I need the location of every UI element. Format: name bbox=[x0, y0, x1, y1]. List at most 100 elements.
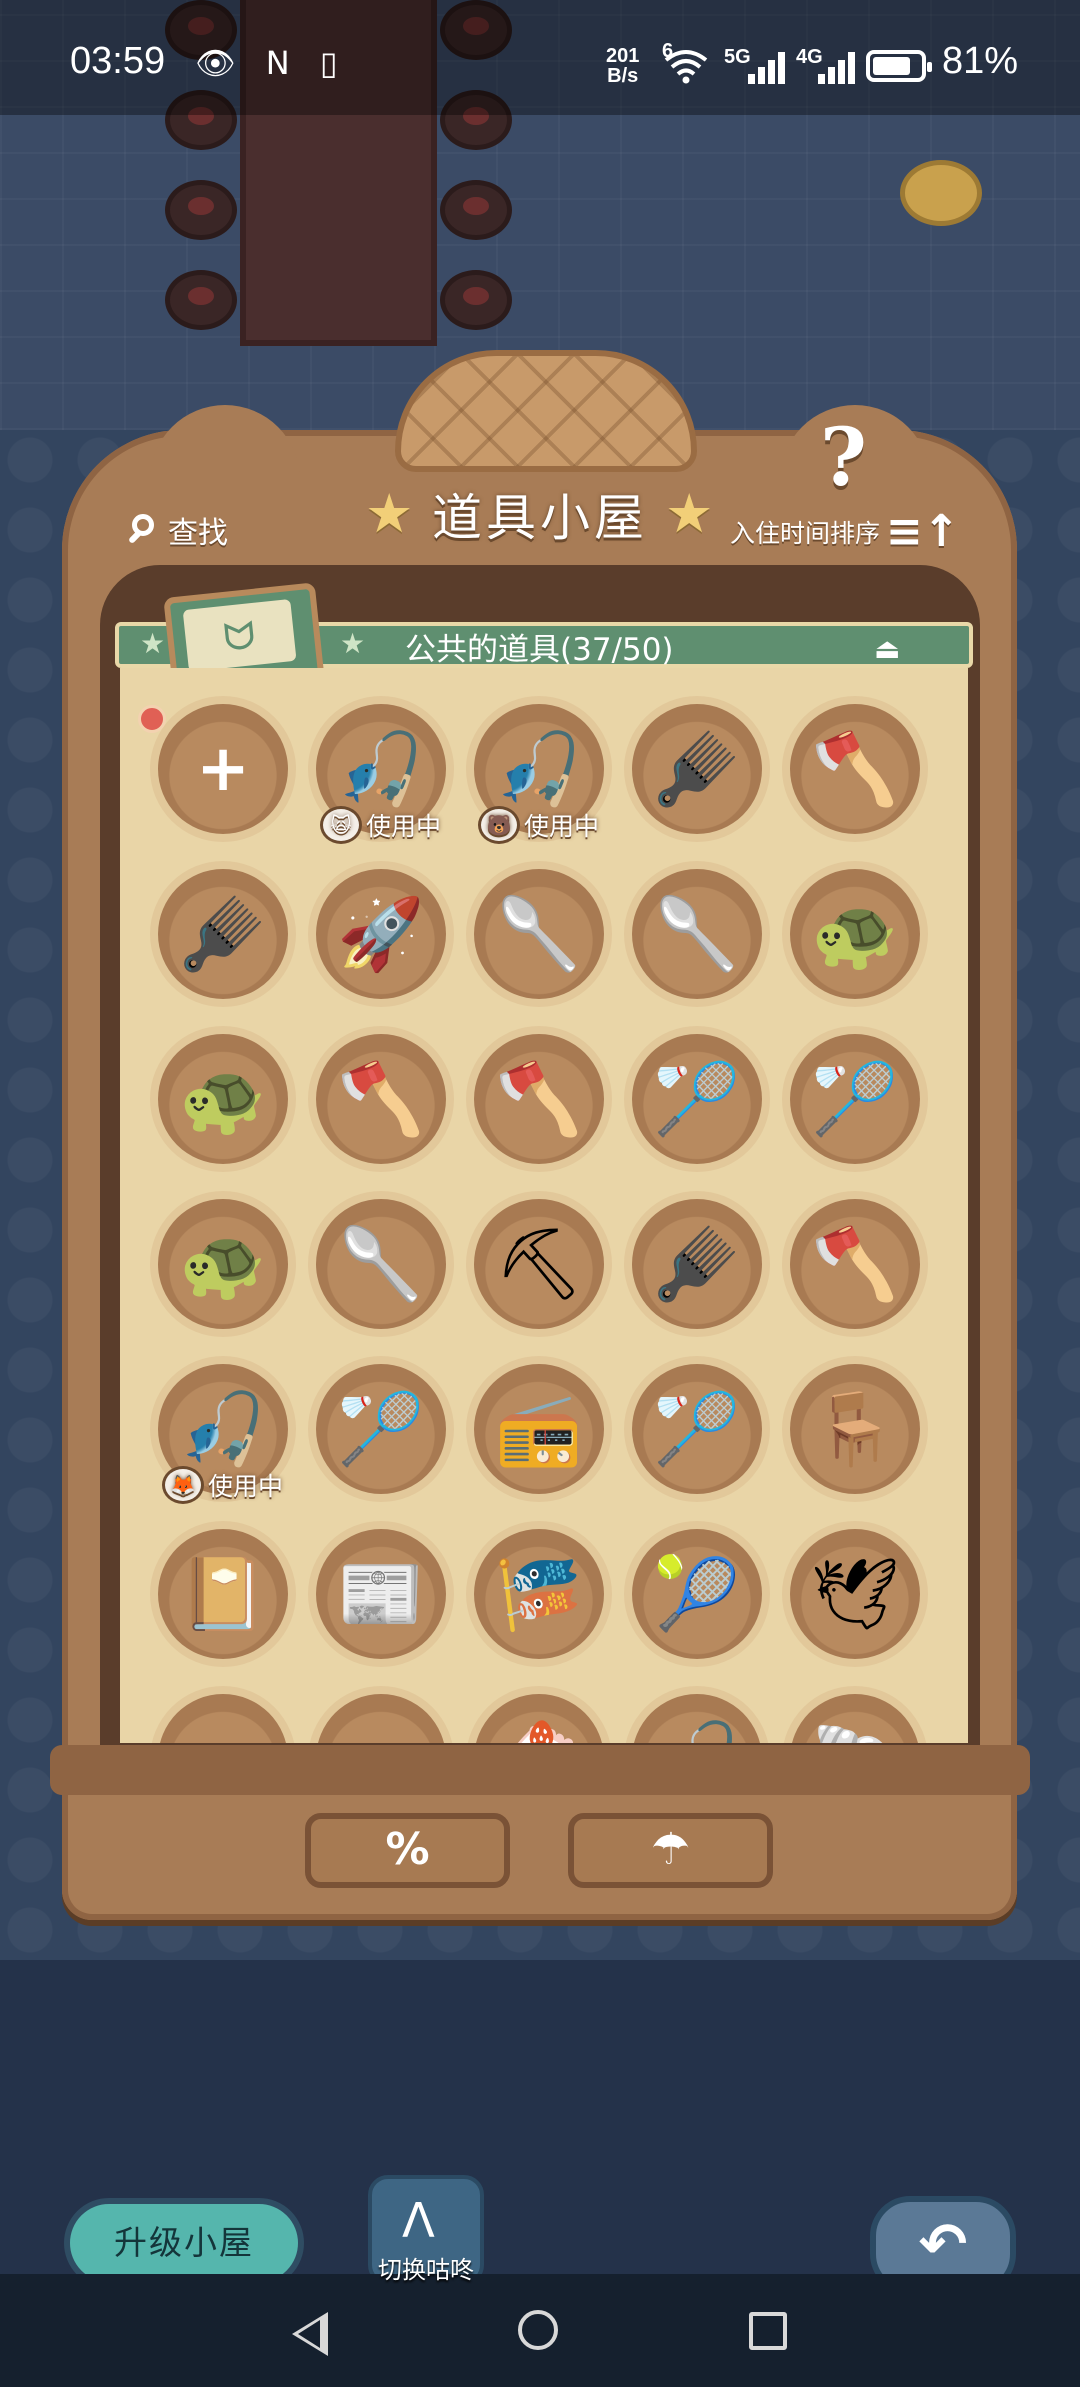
user-avatar-icon: 🦊 bbox=[162, 1466, 204, 1504]
item-row: 🎣 🦊 使用中 🏸 📻 🏸 🪑 bbox=[120, 1364, 968, 1529]
bug-net-icon: 🏸 bbox=[811, 1058, 899, 1140]
item-slot[interactable]: 📰 bbox=[316, 1529, 446, 1659]
in-use-badge: 🐻 使用中 bbox=[478, 806, 599, 844]
shovel-icon: 🥄 bbox=[653, 893, 741, 975]
item-slot[interactable]: 🪓 bbox=[316, 1034, 446, 1164]
item-slot[interactable]: 🪓 bbox=[474, 1034, 604, 1164]
search-icon bbox=[128, 512, 164, 548]
sort-label: 入住时间排序 bbox=[730, 519, 881, 548]
item-slot[interactable]: 🐚 bbox=[790, 1694, 920, 1743]
item-row: 🐢 🥄 ⛏ 🪮 🪓 bbox=[120, 1199, 968, 1364]
background-stool bbox=[165, 180, 237, 240]
pickaxe-icon: ⛏ bbox=[494, 1223, 584, 1305]
star-icon: ★ bbox=[340, 627, 366, 660]
item-slot[interactable]: 🎏 bbox=[474, 1529, 604, 1659]
item-slot[interactable]: 🎣 bbox=[632, 1694, 762, 1743]
item-slot[interactable]: 🪮 bbox=[158, 869, 288, 999]
shovel-icon: 🥄 bbox=[337, 1223, 425, 1305]
item-slot[interactable]: ☁ bbox=[316, 1694, 446, 1743]
turtle-timer-icon: 🐢 bbox=[811, 893, 899, 975]
item-row: 🐢 🪓 🪓 🏸 🏸 bbox=[120, 1034, 968, 1199]
user-avatar-icon: 🐻 bbox=[478, 806, 520, 844]
item-slot[interactable]: 📔 bbox=[158, 1529, 288, 1659]
item-row: 🪮 🚀 🥄 🥄 🐢 bbox=[120, 869, 968, 1034]
item-slot[interactable]: 🪓 bbox=[790, 704, 920, 834]
notification-dot bbox=[138, 705, 166, 733]
umbrella-icon: ☂ bbox=[650, 1824, 691, 1875]
switch-character-label: 切换咕咚 bbox=[378, 2256, 474, 2284]
toy-chair-icon: 🪑 bbox=[811, 1388, 899, 1470]
item-row: + 🎣 🙀 使用中 🎣 🐻 使用中 🪮 🪓 bbox=[120, 704, 968, 869]
battery-fill bbox=[873, 57, 910, 75]
item-slot[interactable]: 🎾 bbox=[632, 1529, 762, 1659]
in-use-badge: 🙀 使用中 bbox=[320, 806, 441, 844]
panel-base bbox=[50, 1745, 1030, 1795]
item-slot[interactable]: 🚀 bbox=[316, 869, 446, 999]
collapse-toggle-icon[interactable]: ⏏ bbox=[874, 632, 900, 665]
rabbit-icon: ᐱ bbox=[402, 2193, 435, 2249]
item-slot[interactable]: 📻 bbox=[474, 1364, 604, 1494]
item-slot[interactable]: 🕊 bbox=[790, 1529, 920, 1659]
item-slot[interactable]: 🪮 bbox=[632, 1199, 762, 1329]
item-slot[interactable]: 🐢 bbox=[158, 1199, 288, 1329]
magazine-icon: 📰 bbox=[337, 1553, 425, 1635]
star-icon: ★ bbox=[665, 482, 714, 545]
discount-button[interactable]: % bbox=[305, 1813, 510, 1888]
item-slot[interactable]: 🐢 bbox=[790, 869, 920, 999]
sim1-signal-icon bbox=[742, 50, 788, 84]
section-title: 公共的道具(37/50) bbox=[405, 632, 674, 668]
turtle-timer-icon: 🐢 bbox=[179, 1058, 267, 1140]
bug-net-icon: 🏸 bbox=[653, 1388, 741, 1470]
axe-icon: 🪓 bbox=[337, 1058, 425, 1140]
item-row: 📔 📰 🎏 🎾 🕊 bbox=[120, 1529, 968, 1694]
umbrella-button[interactable]: ☂ bbox=[568, 1813, 773, 1888]
cake-icon: 🍰 bbox=[495, 1724, 582, 1743]
sort-button[interactable]: 入住时间排序 ≡↑ bbox=[730, 510, 960, 554]
streamer-flags-icon: 🎏 bbox=[495, 1553, 583, 1635]
bug-net-icon: 🏸 bbox=[653, 1058, 741, 1140]
item-slot[interactable]: 🏸 bbox=[316, 1364, 446, 1494]
coin-decoration bbox=[900, 160, 982, 226]
item-slot[interactable]: 🪮 bbox=[632, 704, 762, 834]
rake-icon: 🪮 bbox=[653, 1223, 741, 1305]
network-speed: 201 B/s bbox=[606, 45, 640, 87]
item-slot[interactable]: 🐢 bbox=[158, 1034, 288, 1164]
item-slot[interactable]: 🏸 bbox=[790, 1034, 920, 1164]
item-slot[interactable]: 🥄 bbox=[316, 1199, 446, 1329]
item-slot[interactable]: 🏸 bbox=[632, 1364, 762, 1494]
paper-crane-icon: 🕊 bbox=[810, 1553, 900, 1635]
item-slot[interactable]: ⛏ bbox=[474, 1199, 604, 1329]
tennis-racket-icon: 🎾 bbox=[653, 1553, 741, 1635]
item-slot[interactable]: 🪓 bbox=[790, 1199, 920, 1329]
help-icon[interactable]: ? bbox=[820, 410, 867, 504]
item-slot[interactable]: 🏸 bbox=[632, 1034, 762, 1164]
rake-icon: 🪮 bbox=[653, 728, 741, 810]
cotton-candy-icon: ☁ bbox=[188, 1724, 258, 1743]
nav-home-icon[interactable] bbox=[518, 2310, 558, 2350]
fishing-rod-icon: 🎣 bbox=[653, 1724, 740, 1743]
status-time: 03:59 bbox=[70, 40, 166, 82]
discount-icon: % bbox=[385, 1824, 430, 1875]
panel-title: 道具小屋 bbox=[432, 489, 648, 547]
in-use-label: 使用中 bbox=[366, 812, 442, 841]
panel-dome-ornament bbox=[395, 350, 697, 472]
background-stool bbox=[440, 270, 512, 330]
fishing-rod-icon: 🎣 bbox=[495, 728, 583, 810]
item-slot[interactable]: 🥄 bbox=[632, 869, 762, 999]
add-item-slot[interactable]: + bbox=[158, 704, 288, 834]
item-slot[interactable]: 🥄 bbox=[474, 869, 604, 999]
item-row: ☁ ☁ 🍰 🎣 🐚 bbox=[120, 1694, 968, 1743]
item-slot[interactable]: 🍰 bbox=[474, 1694, 604, 1743]
shovel-icon: 🥄 bbox=[495, 893, 583, 975]
nav-back-icon[interactable] bbox=[292, 2312, 328, 2356]
wifi-standard-label: 6 bbox=[662, 40, 674, 62]
item-grid: + 🎣 🙀 使用中 🎣 🐻 使用中 🪮 🪓 🪮 🚀 🥄 🥄 🐢 🐢 🪓 🪓 🏸 🏸 🐢 🥄 ⛏ 🪮 🪓 🎣 🦊 使用中 🏸 📻 🏸 🪑 📔 📰 🎏… bbox=[120, 668, 968, 1743]
axe-icon: 🪓 bbox=[811, 728, 899, 810]
in-use-badge: 🦊 使用中 bbox=[162, 1466, 283, 1504]
rake-icon: 🪮 bbox=[179, 893, 267, 975]
item-slot[interactable]: ☁ bbox=[158, 1694, 288, 1743]
search-button[interactable]: 查找 bbox=[128, 508, 228, 552]
item-slot[interactable]: 🪑 bbox=[790, 1364, 920, 1494]
nav-recent-icon[interactable] bbox=[749, 2312, 787, 2350]
sim2-signal-icon bbox=[812, 50, 858, 84]
